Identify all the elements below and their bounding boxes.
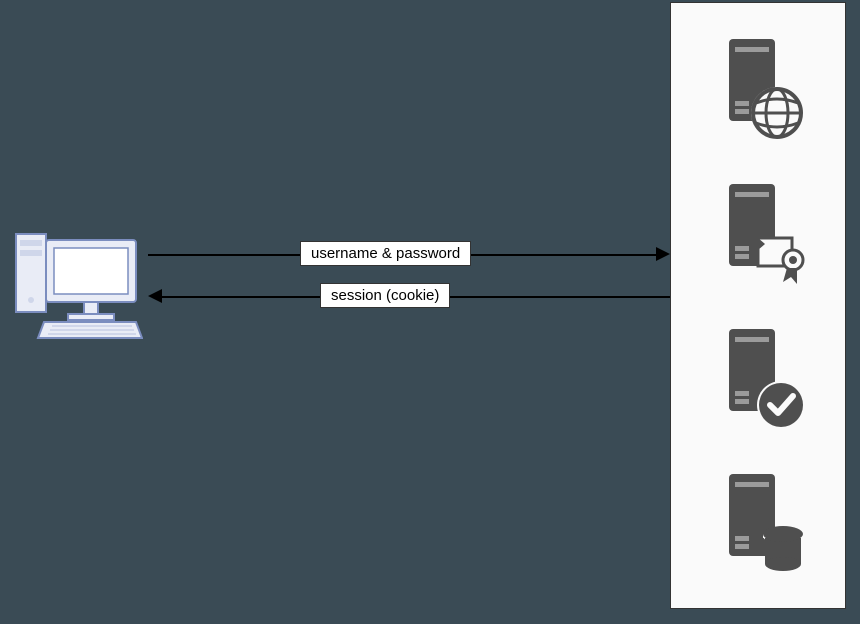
database-server-icon <box>703 468 813 578</box>
web-server-icon <box>703 33 813 143</box>
request-arrowhead-icon <box>656 247 670 261</box>
client-computer-icon <box>8 222 143 344</box>
auth-server-icon <box>703 178 813 288</box>
response-label: session (cookie) <box>320 283 450 308</box>
request-label: username & password <box>300 241 471 266</box>
validation-server-icon <box>703 323 813 433</box>
response-arrowhead-icon <box>148 289 162 303</box>
auth-architecture-diagram: username & password session (cookie) <box>0 0 860 624</box>
server-stack-panel <box>670 2 846 609</box>
